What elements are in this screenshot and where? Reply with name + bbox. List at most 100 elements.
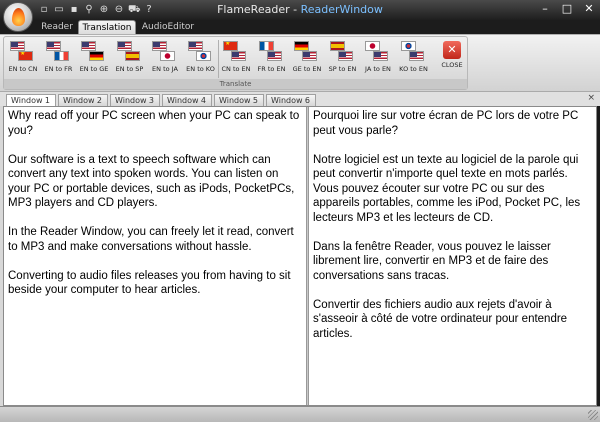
window-close-button[interactable]: ✕ xyxy=(578,0,600,18)
flag-pair-icon xyxy=(255,39,289,65)
document-tab-6[interactable]: Window 6 xyxy=(266,94,316,106)
translate-button-fr-to-en[interactable]: FR to EN xyxy=(255,39,289,79)
us-flag-icon xyxy=(81,41,96,51)
close-button[interactable]: ✕ CLOSE xyxy=(437,39,467,79)
document-tab-number: 1 xyxy=(44,96,50,105)
maximize-button[interactable]: □ xyxy=(556,0,578,18)
source-paragraph: Our software is a text to speech softwar… xyxy=(8,153,295,210)
translate-button-label: EN to SP xyxy=(115,65,144,73)
es-flag-icon xyxy=(124,51,140,61)
translate-group: EN to CN EN to FR EN to GE EN to SP EN to JA… xyxy=(3,36,468,90)
translate-button-label: KO to EN xyxy=(399,65,428,73)
us-flag-icon xyxy=(373,51,388,61)
us-flag-icon xyxy=(10,41,25,51)
document-tab-4[interactable]: Window 4 xyxy=(162,94,212,106)
ribbon: EN to CN EN to FR EN to GE EN to SP EN to JA… xyxy=(0,34,600,91)
translate-button-ko-to-en[interactable]: KO to EN xyxy=(397,39,431,79)
flag-pair-icon xyxy=(397,39,431,65)
flag-pair-icon xyxy=(77,39,111,65)
translate-button-sp-to-en[interactable]: SP to EN xyxy=(326,39,360,79)
translated-text-pane[interactable]: Pourquoi lire sur votre écran de PC lors… xyxy=(309,107,596,405)
translate-button-label: GE to EN xyxy=(292,65,322,73)
translate-button-ja-to-en[interactable]: JA to EN xyxy=(361,39,395,79)
close-document-icon[interactable]: × xyxy=(587,93,595,103)
translated-paragraph: Dans la fenêtre Reader, vous pouvez le l… xyxy=(313,240,551,282)
translate-button-label: EN to FR xyxy=(44,65,73,73)
flag-pair-icon xyxy=(184,39,218,65)
flag-pair-icon xyxy=(361,39,395,65)
tab-audioeditor[interactable]: AudioEditor xyxy=(140,20,196,34)
flag-pair-icon xyxy=(290,39,324,65)
document-tab-5[interactable]: Window 5 xyxy=(214,94,264,106)
translate-button-label: FR to EN xyxy=(257,65,286,73)
us-flag-icon xyxy=(116,41,132,51)
translated-paragraph: Convertir des fichiers audio aux rejets … xyxy=(313,298,568,340)
reader-editor: Why read off your PC screen when your PC… xyxy=(3,106,597,406)
window-controls: – □ ✕ xyxy=(534,0,600,18)
translate-button-label: EN to CN xyxy=(8,65,38,73)
document-tab-label: Window xyxy=(115,96,147,105)
us-flag-icon xyxy=(266,51,282,61)
es-flag-icon xyxy=(329,41,345,51)
window-title: FlameReader - ReaderWindow xyxy=(217,3,383,16)
translate-button-cn-to-en[interactable]: CN to EN xyxy=(219,39,253,79)
document-tab-number: 3 xyxy=(148,96,154,105)
document-tab-label: Window xyxy=(11,96,43,105)
tab-translation[interactable]: Translation xyxy=(78,20,136,34)
translate-button-en-to-sp[interactable]: EN to SP xyxy=(113,39,147,79)
cn-flag-icon xyxy=(18,51,33,61)
document-tab-3[interactable]: Window 3 xyxy=(110,94,160,106)
document-tab-label: Window xyxy=(167,96,199,105)
source-paragraph: In the Reader Window, you can freely let… xyxy=(8,226,294,253)
translate-button-en-to-ja[interactable]: EN to JA xyxy=(148,39,182,79)
cn-flag-icon xyxy=(223,41,238,51)
fr-flag-icon xyxy=(53,51,69,61)
flag-pair-icon xyxy=(326,39,360,65)
de-flag-icon xyxy=(294,41,309,51)
document-tab-2[interactable]: Window 2 xyxy=(58,94,108,106)
us-flag-icon xyxy=(408,51,424,61)
translate-button-label: CN to EN xyxy=(221,65,251,73)
title-bar: ▫ ▭ ▪ ⚲ ⊕ ⊖ ⛟ ? FlameReader - ReaderWind… xyxy=(0,0,600,20)
ja-flag-icon xyxy=(365,41,380,51)
translate-button-label: EN to GE xyxy=(79,65,109,73)
resize-grip-icon[interactable] xyxy=(588,410,598,420)
us-flag-icon xyxy=(337,51,353,61)
de-flag-icon xyxy=(89,51,104,61)
close-icon: ✕ xyxy=(443,41,461,59)
tab-reader[interactable]: Reader xyxy=(36,20,78,34)
us-flag-icon xyxy=(45,41,61,51)
document-tab-number: 2 xyxy=(96,96,102,105)
us-flag-icon xyxy=(231,51,246,61)
translate-button-label: EN to JA xyxy=(152,65,178,73)
translated-paragraph: Pourquoi lire sur votre écran de PC lors… xyxy=(313,110,579,137)
translate-button-label: JA to EN xyxy=(365,65,391,73)
translate-button-en-to-fr[interactable]: EN to FR xyxy=(42,39,76,79)
source-paragraph: Converting to audio files releases you f… xyxy=(8,269,291,297)
source-paragraph: Why read off your PC screen when your PC… xyxy=(8,110,300,137)
flame-logo-icon xyxy=(12,8,25,26)
translate-button-en-to-ko[interactable]: EN to KO xyxy=(184,39,218,79)
document-tab-strip: Window 1 Window 2 Window 3 Window 4 Window 5 Windo… xyxy=(0,91,600,107)
translate-button-en-to-ge[interactable]: EN to GE xyxy=(77,39,111,79)
flag-pair-icon xyxy=(6,39,40,65)
minimize-button[interactable]: – xyxy=(534,0,556,18)
flag-pair-icon xyxy=(113,39,147,65)
us-flag-icon xyxy=(152,41,167,51)
document-tab-label: Window xyxy=(271,96,303,105)
group-label: Translate xyxy=(4,79,467,89)
source-text-pane[interactable]: Why read off your PC screen when your PC… xyxy=(4,107,306,405)
flag-pair-icon xyxy=(219,39,253,65)
ko-flag-icon xyxy=(400,41,416,51)
ribbon-tab-strip: Reader Translation AudioEditor xyxy=(0,20,600,34)
document-tab-number: 4 xyxy=(200,96,206,105)
document-tab-number: 5 xyxy=(252,96,258,105)
status-bar xyxy=(0,406,600,422)
translated-paragraph: Notre logiciel est un texte au logiciel … xyxy=(313,153,581,224)
translate-button-label: SP to EN xyxy=(328,65,357,73)
translate-button-ge-to-en[interactable]: GE to EN xyxy=(290,39,324,79)
app-menu-button[interactable] xyxy=(3,2,33,32)
us-flag-icon xyxy=(187,41,203,51)
translate-button-label: EN to KO xyxy=(186,65,215,73)
translate-button-en-to-cn[interactable]: EN to CN xyxy=(6,39,40,79)
